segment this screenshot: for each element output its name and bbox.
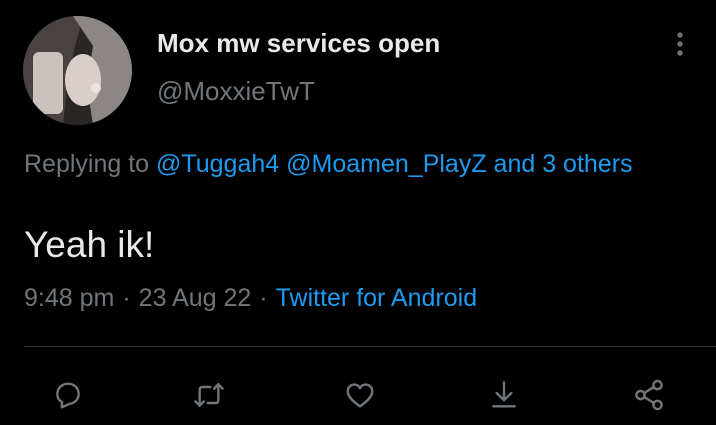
author-display-name[interactable]: Mox mw services open xyxy=(157,28,440,59)
avatar-image xyxy=(23,16,132,125)
more-vertical-icon xyxy=(677,32,683,56)
mention-separator xyxy=(487,150,494,178)
download-icon xyxy=(492,381,516,408)
tweet-text: Yeah ik! xyxy=(24,224,155,265)
retweet-button[interactable] xyxy=(190,376,228,414)
tweet-time: 9:48 pm xyxy=(24,284,115,312)
share-button[interactable] xyxy=(630,376,668,414)
meta-separator: · xyxy=(122,284,131,312)
tweet-meta: 9:48 pm · 23 Aug 22 · Twitter for Android xyxy=(24,284,477,313)
like-icon xyxy=(346,383,374,408)
download-button[interactable] xyxy=(485,376,523,414)
like-button[interactable] xyxy=(341,376,379,414)
share-icon xyxy=(635,379,663,411)
replying-to-prefix: Replying to xyxy=(24,150,157,178)
tweet-date: 23 Aug 22 xyxy=(138,284,252,312)
meta-separator: · xyxy=(259,284,268,312)
divider xyxy=(24,346,716,347)
mention-link[interactable]: @Moamen_PlayZ xyxy=(286,150,486,178)
others-link[interactable]: and 3 others xyxy=(494,150,633,178)
mention-link[interactable]: @Tuggah4 xyxy=(156,150,279,178)
more-options-button[interactable] xyxy=(668,30,692,60)
tweet-source-link[interactable]: Twitter for Android xyxy=(276,284,477,312)
retweet-icon xyxy=(194,383,224,407)
avatar[interactable] xyxy=(23,16,132,125)
author-handle[interactable]: @MoxxieTwT xyxy=(157,76,315,107)
reply-button[interactable] xyxy=(49,376,87,414)
replying-to: Replying to @Tuggah4 @Moamen_PlayZ and 3… xyxy=(24,144,674,184)
reply-icon xyxy=(56,382,80,409)
